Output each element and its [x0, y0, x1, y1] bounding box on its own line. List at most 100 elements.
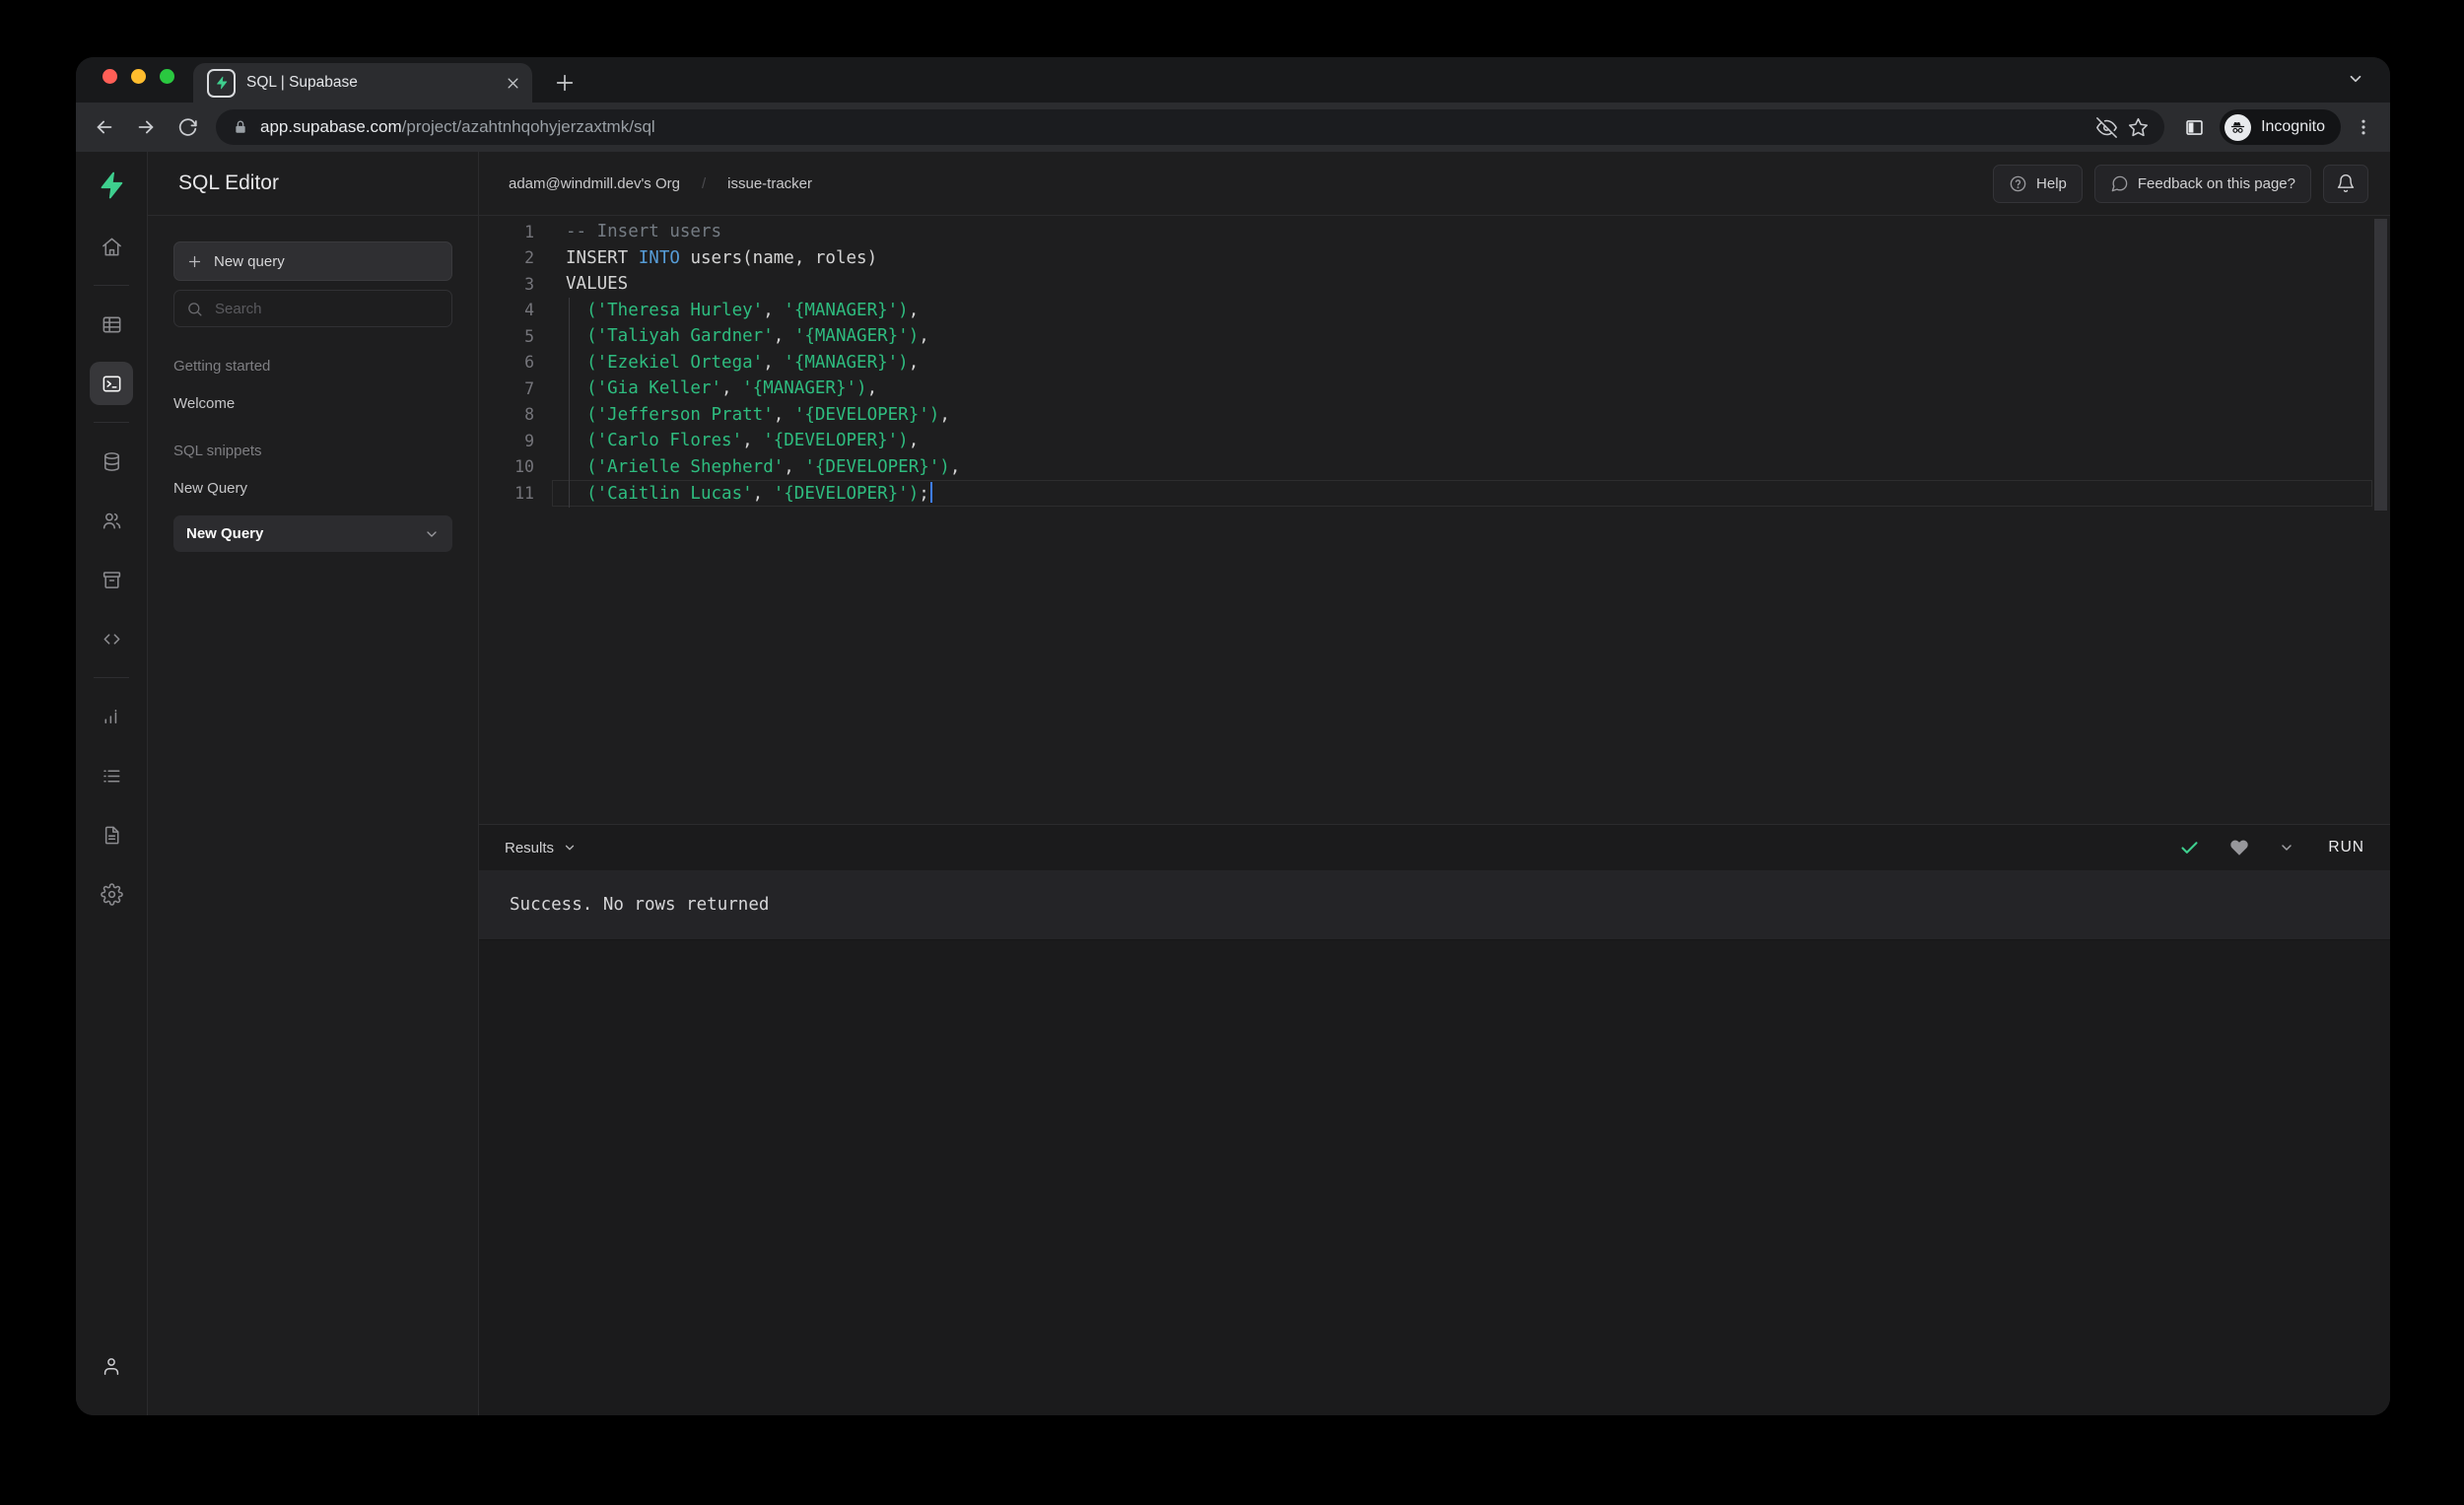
code-line[interactable]: 7 ('Gia Keller', '{MANAGER}'),: [479, 376, 2390, 402]
database-icon: [101, 450, 123, 473]
rail-items: [90, 217, 133, 924]
rail-item-logs[interactable]: [90, 754, 133, 797]
code-line[interactable]: 3 VALUES: [479, 271, 2390, 298]
supabase-logo-icon[interactable]: [92, 166, 131, 205]
rail-item-storage[interactable]: [90, 558, 133, 601]
results-label: Results: [505, 839, 555, 856]
new-query-button[interactable]: New query: [173, 241, 452, 281]
minimize-window-button[interactable]: [131, 69, 146, 84]
code-line[interactable]: 6 ('Ezekiel Ortega', '{MANAGER}'),: [479, 350, 2390, 376]
favorite-heart-icon[interactable]: [2229, 838, 2249, 857]
code-line[interactable]: 10 ('Arielle Shepherd', '{DEVELOPER}'),: [479, 454, 2390, 481]
back-button[interactable]: [88, 110, 121, 144]
line-number: 2: [524, 248, 534, 268]
functions-icon: [101, 628, 123, 650]
rail-item-database[interactable]: [90, 440, 133, 483]
panel-header: SQL Editor: [148, 152, 478, 216]
bell-icon: [2336, 173, 2356, 193]
incognito-icon: [2224, 113, 2252, 141]
help-button-label: Help: [2036, 174, 2067, 192]
rail-item-auth[interactable]: [90, 499, 133, 542]
code-line[interactable]: 2 INSERT INTO users(name, roles): [479, 245, 2390, 272]
indent-guide: [569, 298, 570, 508]
code-text: ('Ezekiel Ortega', '{MANAGER}'),: [586, 352, 920, 373]
line-number: 11: [514, 483, 534, 503]
new-tab-button[interactable]: [554, 72, 576, 94]
code-line[interactable]: 4 ('Theresa Hurley', '{MANAGER}'),: [479, 298, 2390, 324]
results-empty-area: [479, 939, 2390, 1415]
code-text: -- Insert users: [566, 222, 722, 242]
eye-off-icon[interactable]: [2096, 116, 2117, 138]
code-text: ('Caitlin Lucas', '{DEVELOPER}');: [534, 482, 933, 504]
url-bar[interactable]: app.supabase.com/project/azahtnhqohyjerz…: [216, 109, 2165, 145]
sidebar-item-welcome[interactable]: Welcome: [173, 395, 452, 412]
code-text: ('Jefferson Pratt', '{DEVELOPER}'),: [586, 404, 950, 425]
help-button[interactable]: Help: [1993, 164, 2083, 203]
nav-rail: [76, 152, 148, 1415]
reports-icon: [101, 706, 123, 728]
text-cursor: [929, 482, 933, 504]
code-line[interactable]: 8 ('Jefferson Pratt', '{DEVELOPER}'),: [479, 402, 2390, 429]
code-text: ('Theresa Hurley', '{MANAGER}'),: [586, 300, 920, 320]
sql-code-editor[interactable]: 1 -- Insert users 2 INSERT INTO users(name,…: [479, 216, 2390, 824]
run-options-chevron[interactable]: [2279, 840, 2294, 855]
rail-item-home[interactable]: [90, 225, 133, 268]
code-line[interactable]: 9 ('Carlo Flores', '{DEVELOPER}'),: [479, 428, 2390, 454]
feedback-button[interactable]: Feedback on this page?: [2093, 164, 2311, 203]
rail-item-sql-editor[interactable]: [90, 362, 133, 405]
sidebar-item-new-query[interactable]: New Query: [173, 480, 452, 497]
breadcrumb-project[interactable]: issue-tracker: [727, 175, 812, 192]
code-line[interactable]: 1 -- Insert users: [479, 219, 2390, 245]
rail-item-reports[interactable]: [90, 695, 133, 738]
sidebar-item-new-query[interactable]: New Query: [173, 515, 452, 552]
close-window-button[interactable]: [103, 69, 117, 84]
code-line[interactable]: 11 ('Caitlin Lucas', '{DEVELOPER}');: [479, 480, 2390, 507]
rail-item-api-docs[interactable]: [90, 813, 133, 856]
forward-button[interactable]: [129, 110, 163, 144]
code-text: ('Gia Keller', '{MANAGER}'),: [586, 378, 878, 399]
api-docs-icon: [101, 824, 123, 847]
main-area: adam@windmill.dev's Org / issue-tracker …: [479, 152, 2390, 1415]
rail-item-account[interactable]: [90, 1344, 133, 1388]
panel-body: New query Getting started Welcome SQL snip…: [148, 216, 478, 552]
side-panel-button[interactable]: [2176, 110, 2212, 144]
browser-tab[interactable]: SQL | Supabase: [193, 63, 532, 103]
code-text: VALUES: [566, 274, 629, 295]
tab-close-icon[interactable]: [506, 76, 520, 91]
lock-icon: [232, 118, 249, 136]
tab-title: SQL | Supabase: [246, 74, 358, 91]
line-number: 5: [524, 326, 534, 346]
line-number: 7: [524, 378, 534, 398]
results-dropdown[interactable]: Results: [505, 840, 577, 856]
line-number: 3: [524, 274, 534, 294]
search-input[interactable]: [213, 299, 440, 318]
supabase-app: SQL Editor New query Getting started Welc…: [76, 152, 2390, 1415]
breadcrumb: adam@windmill.dev's Org / issue-tracker: [509, 175, 812, 192]
tab-search-chevron-button[interactable]: [2347, 70, 2364, 88]
sidebar-item-label: New Query: [186, 525, 264, 542]
browser-menu-button[interactable]: [2349, 110, 2378, 144]
logs-icon: [101, 765, 123, 787]
rail-item-settings[interactable]: [90, 872, 133, 916]
reload-button[interactable]: [171, 110, 204, 144]
help-circle-icon: [2009, 174, 2027, 193]
success-check-icon: [2179, 838, 2200, 858]
notifications-button[interactable]: [2323, 164, 2368, 203]
breadcrumb-org[interactable]: adam@windmill.dev's Org: [509, 175, 680, 192]
run-button[interactable]: RUN: [2328, 839, 2364, 856]
browser-window: SQL | Supabase app.supabase.com/project/…: [76, 57, 2390, 1415]
rail-item-table-editor[interactable]: [90, 303, 133, 346]
bookmark-star-icon[interactable]: [2128, 117, 2149, 138]
chevron-down-icon[interactable]: [424, 526, 440, 542]
incognito-label: Incognito: [2261, 118, 2325, 135]
new-query-button-label: New query: [214, 252, 285, 270]
results-bar: Results RUN: [479, 824, 2390, 870]
breadcrumb-separator: /: [701, 174, 707, 192]
code-line[interactable]: 5 ('Taliyah Gardner', '{MANAGER}'),: [479, 323, 2390, 350]
fullscreen-window-button[interactable]: [160, 69, 174, 84]
table-editor-icon: [101, 313, 123, 336]
rail-item-functions[interactable]: [90, 617, 133, 660]
url-text: app.supabase.com/project/azahtnhqohyjerz…: [260, 117, 655, 137]
incognito-badge[interactable]: Incognito: [2220, 109, 2341, 145]
editor-scrollbar[interactable]: [2374, 219, 2387, 511]
